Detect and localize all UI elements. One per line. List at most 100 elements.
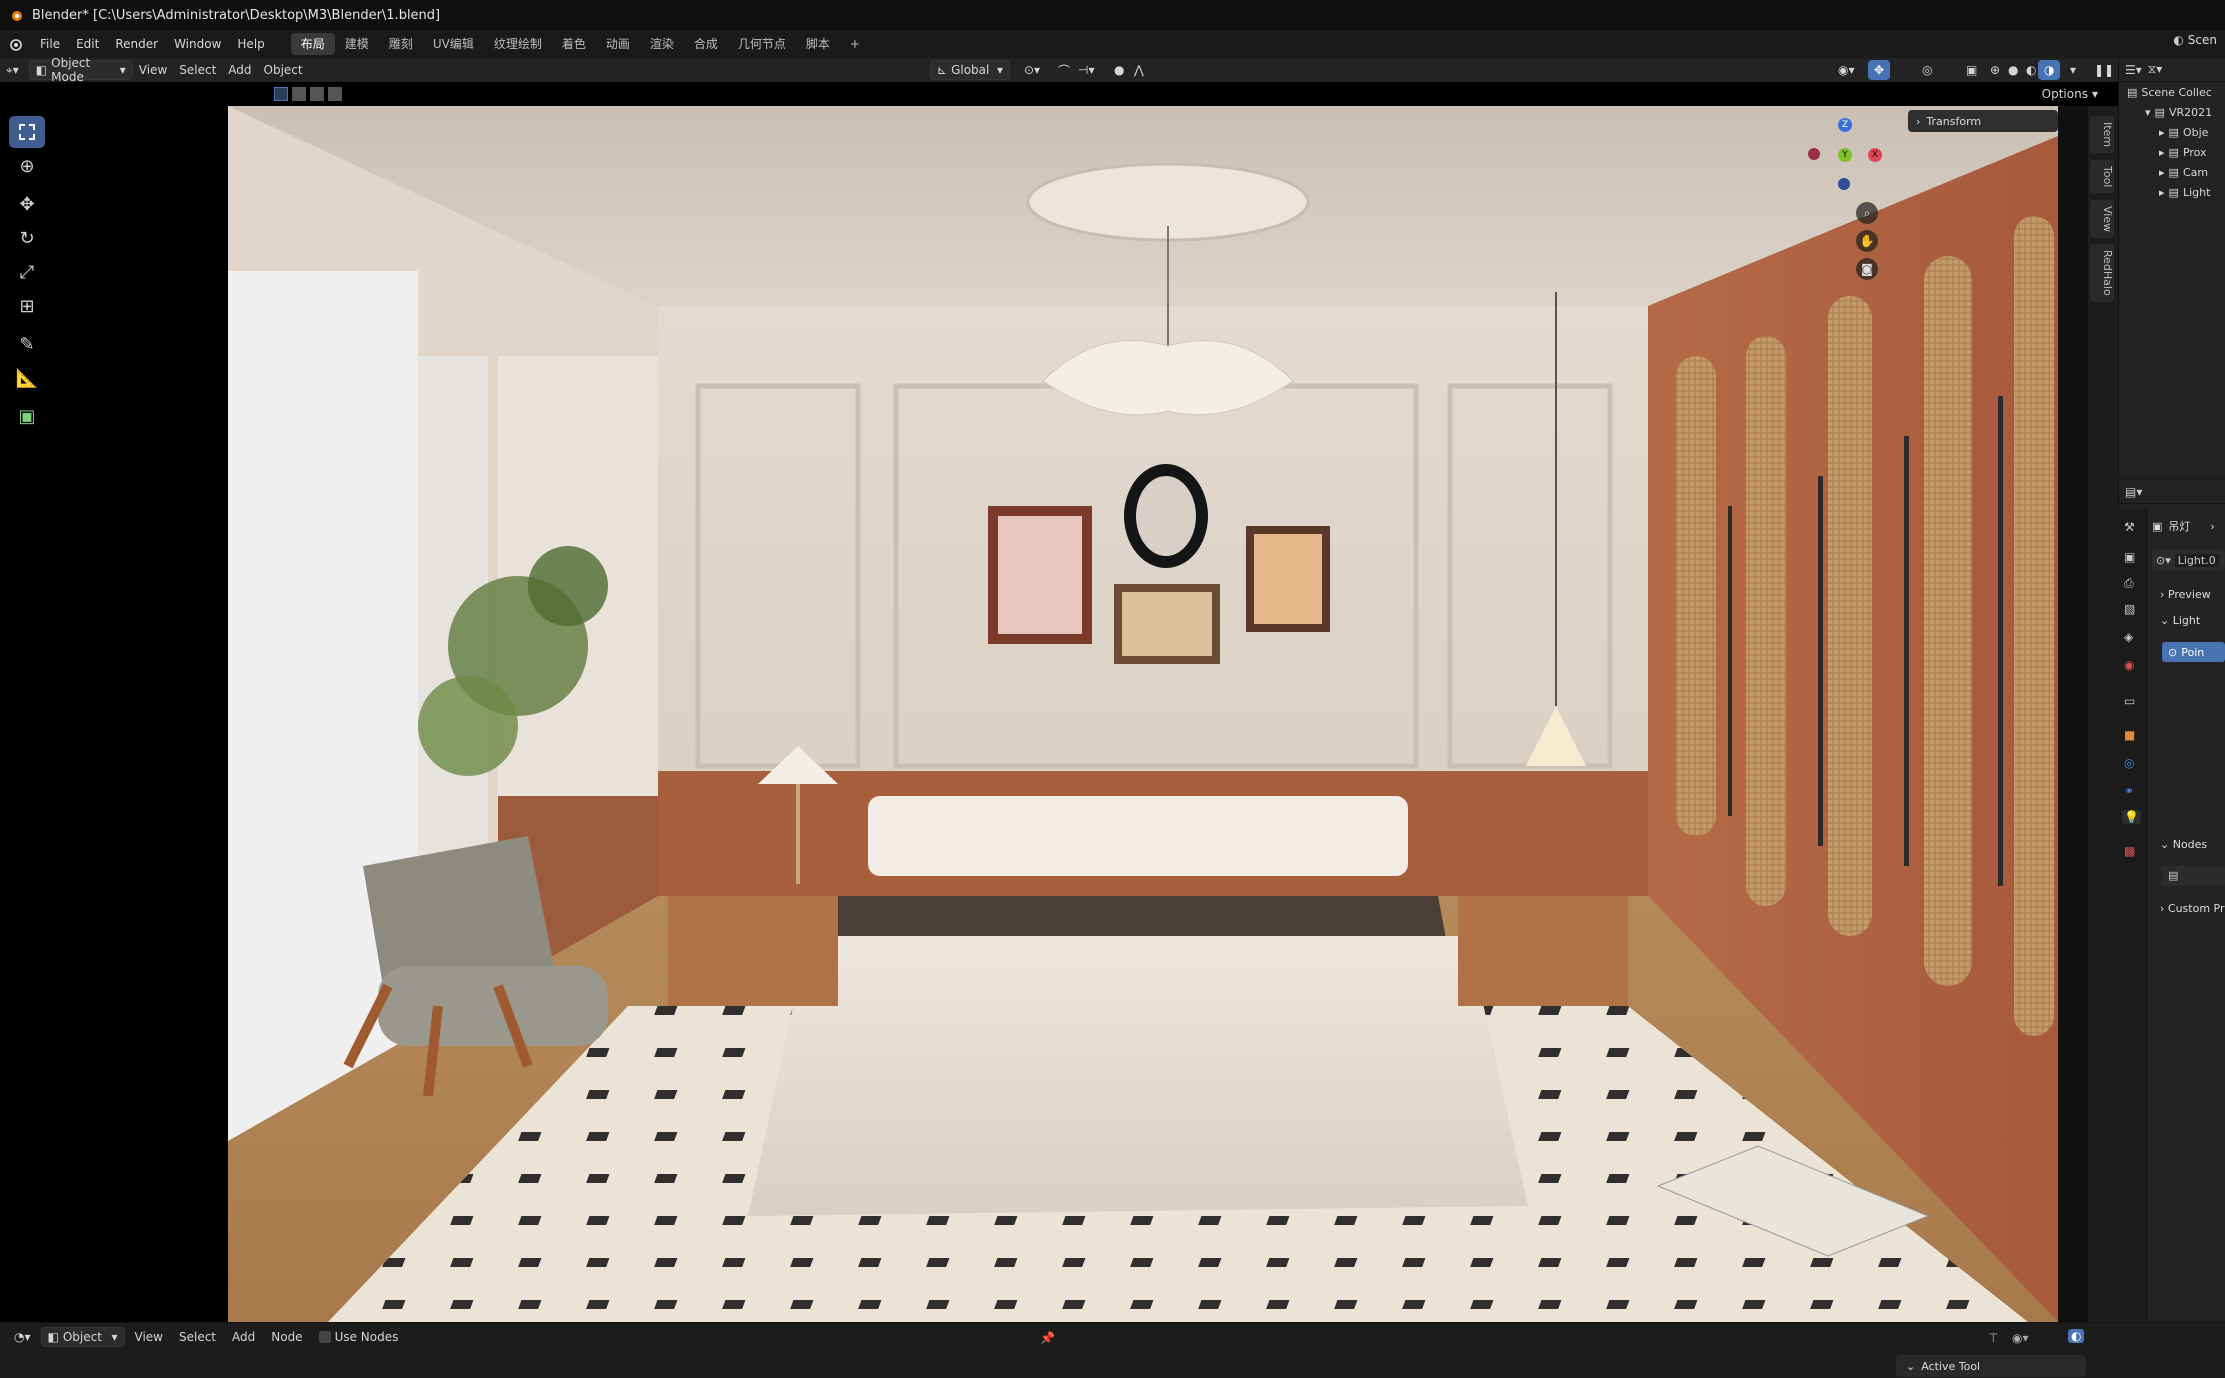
select-mode-extend-icon[interactable] [292, 87, 306, 101]
scale-tool-icon[interactable]: ⤢ [9, 256, 45, 288]
camera-view-icon[interactable]: ◙ [1856, 258, 1878, 280]
use-nodes-checkbox[interactable]: Use Nodes [313, 1327, 405, 1347]
outliner-row-proxy[interactable]: ▸ ▤ Prox [2159, 146, 2207, 159]
world-tab-icon[interactable]: ◉ [2124, 658, 2134, 672]
shader-menu-node[interactable]: Node [265, 1327, 308, 1347]
constraints-tab-icon[interactable]: ⚭ [2124, 784, 2134, 798]
outliner-row-light[interactable]: ▸ ▤ Light [2159, 186, 2210, 199]
shader-menu-select[interactable]: Select [173, 1327, 222, 1347]
workspace-tab-sculpting[interactable]: 雕刻 [379, 33, 423, 55]
texture-tab-icon[interactable]: ▩ [2124, 844, 2135, 858]
options-dropdown[interactable]: Options ▾ [2036, 84, 2104, 104]
workspace-tab-animation[interactable]: 动画 [596, 33, 640, 55]
workspace-tab-shading[interactable]: 着色 [552, 33, 596, 55]
active-tool-panel[interactable]: ⌄ Active Tool [1896, 1355, 2086, 1377]
scene-name[interactable]: Scen [2188, 33, 2217, 47]
overlay-toggle-icon[interactable]: ◎ [1916, 60, 1938, 80]
select-mode-new-icon[interactable] [274, 87, 288, 101]
menu-file[interactable]: File [32, 37, 68, 51]
expand-right-icon[interactable]: ▸ [2159, 126, 2165, 139]
render-tab-icon[interactable]: ▣ [2124, 550, 2135, 564]
expand-right-icon[interactable]: ▸ [2159, 186, 2165, 199]
navigation-gizmo[interactable]: Z Y X [1804, 118, 1884, 208]
gizmo-y-axis[interactable]: Y [1838, 148, 1852, 162]
cursor-tool-icon[interactable]: ⊕ [9, 150, 45, 182]
visibility-icon[interactable]: ◉▾ [1832, 60, 1861, 80]
gizmo-z-axis[interactable]: Z [1838, 118, 1852, 132]
select-box-tool-icon[interactable] [9, 116, 45, 148]
outliner-row-objects[interactable]: ▸ ▤ Obje [2159, 126, 2208, 139]
sidebar-tab-tool[interactable]: Tool [2090, 160, 2114, 194]
viewport-menu-object[interactable]: Object [258, 60, 309, 80]
mode-selector[interactable]: ◧ Object Mode ▾ [28, 56, 133, 84]
menu-edit[interactable]: Edit [68, 37, 107, 51]
sidebar-tab-view[interactable]: View [2090, 200, 2114, 239]
nodes-use-nodes-field[interactable]: ▤ [2162, 866, 2225, 886]
workspace-tab-uv-editing[interactable]: UV编辑 [423, 33, 484, 55]
expand-down-icon[interactable]: ▾ [2145, 106, 2151, 119]
expand-right-icon[interactable]: ▸ [2159, 146, 2165, 159]
pause-render-icon[interactable]: ❚❚ [2088, 60, 2120, 80]
select-mode-subtract-icon[interactable] [310, 87, 324, 101]
scene-tab-icon[interactable]: ◈ [2124, 630, 2133, 644]
menu-window[interactable]: Window [166, 37, 229, 51]
move-tool-icon[interactable]: ✥ [9, 188, 45, 220]
workspace-tab-compositing[interactable]: 合成 [684, 33, 728, 55]
transform-panel[interactable]: › Transform [1908, 110, 2058, 132]
gizmo-toggle-icon[interactable]: ✥ [1868, 60, 1891, 80]
gizmo-neg-z-axis[interactable] [1838, 178, 1850, 190]
outliner-editor-icon[interactable]: ☰▾ [2125, 63, 2142, 77]
workspace-tab-modeling[interactable]: 建模 [335, 33, 379, 55]
workspace-tab-scripting[interactable]: 脚本 [796, 33, 840, 55]
transform-tool-icon[interactable]: ⊞ [9, 290, 45, 322]
outliner-row-scene-collection[interactable]: ▤ Scene Collec [2127, 86, 2212, 99]
workspace-tab-layout[interactable]: 布局 [290, 33, 335, 55]
measure-tool-icon[interactable]: 📐 [9, 362, 45, 394]
workspace-tab-geometry-nodes[interactable]: 几何节点 [728, 33, 796, 55]
output-tab-icon[interactable]: ⎙ [2124, 576, 2134, 591]
3d-viewport[interactable]: › Transform Z Y X ⌕ ✋ ◙ [228, 106, 2058, 1322]
tool-tab-icon[interactable]: ⚒ [2124, 520, 2135, 534]
pivot-point-icon[interactable]: ⊙▾ [1018, 60, 1046, 80]
shader-type-selector[interactable]: ◧ Object ▾ [40, 1327, 125, 1347]
rotate-tool-icon[interactable]: ↻ [9, 222, 45, 254]
properties-editor-icon[interactable]: ▤▾ [2125, 485, 2142, 499]
pan-hand-icon[interactable]: ✋ [1856, 230, 1878, 252]
outliner-filter-icon[interactable]: ⧖▾ [2148, 62, 2162, 77]
add-workspace-button[interactable]: + [840, 33, 870, 55]
outliner-row-vr2021[interactable]: ▾ ▤ VR2021 [2145, 106, 2212, 119]
falloff-icon[interactable]: ⋀ [1128, 60, 1150, 80]
light-data-tab-icon[interactable]: 💡 [2122, 810, 2141, 824]
view-layer-tab-icon[interactable]: ▧ [2124, 602, 2135, 616]
backdrop-icon[interactable]: ◐ [2068, 1329, 2085, 1343]
snap-icon[interactable]: ⊤ [1988, 1331, 1998, 1345]
zoom-icon[interactable]: ⌕ [1856, 202, 1878, 224]
viewport-menu-select[interactable]: Select [173, 60, 222, 80]
workspace-tab-rendering[interactable]: 渲染 [640, 33, 684, 55]
shader-menu-add[interactable]: Add [226, 1327, 261, 1347]
transform-orientation-dropdown[interactable]: ⊾ Global ▾ [930, 60, 1010, 80]
panel-preview[interactable]: › Preview [2160, 588, 2211, 601]
shader-editor-type-icon[interactable]: ◔▾ [8, 1327, 37, 1347]
sidebar-tab-item[interactable]: Item [2090, 116, 2114, 154]
shading-options-icon[interactable]: ▾ [2064, 60, 2082, 80]
physics-tab-icon[interactable]: ◎ [2124, 756, 2134, 770]
shader-menu-view[interactable]: View [129, 1327, 169, 1347]
viewport-menu-view[interactable]: View [133, 60, 173, 80]
expand-right-icon[interactable]: ▸ [2159, 166, 2165, 179]
object-tab-icon[interactable]: ■ [2124, 728, 2135, 742]
scene-selector-icon[interactable]: ◐ [2173, 33, 2183, 47]
outliner-row-camera[interactable]: ▸ ▤ Cam [2159, 166, 2208, 179]
overlay-icon[interactable]: ◉▾ [2012, 1331, 2029, 1345]
viewport-menu-add[interactable]: Add [222, 60, 257, 80]
editor-type-button[interactable]: ⌖▾ [0, 60, 25, 80]
blender-menu-icon[interactable] [8, 36, 24, 52]
xray-toggle-icon[interactable]: ▣ [1960, 60, 1983, 80]
sidebar-tab-redhalo[interactable]: RedHalo [2090, 244, 2114, 302]
pin-icon[interactable]: 📌 [1040, 1331, 1055, 1345]
panel-light[interactable]: ⌄ Light [2160, 614, 2200, 627]
menu-help[interactable]: Help [229, 37, 272, 51]
panel-custom-properties[interactable]: › Custom Pr [2160, 902, 2225, 915]
select-mode-intersect-icon[interactable] [328, 87, 342, 101]
gizmo-x-axis[interactable]: X [1868, 148, 1882, 162]
